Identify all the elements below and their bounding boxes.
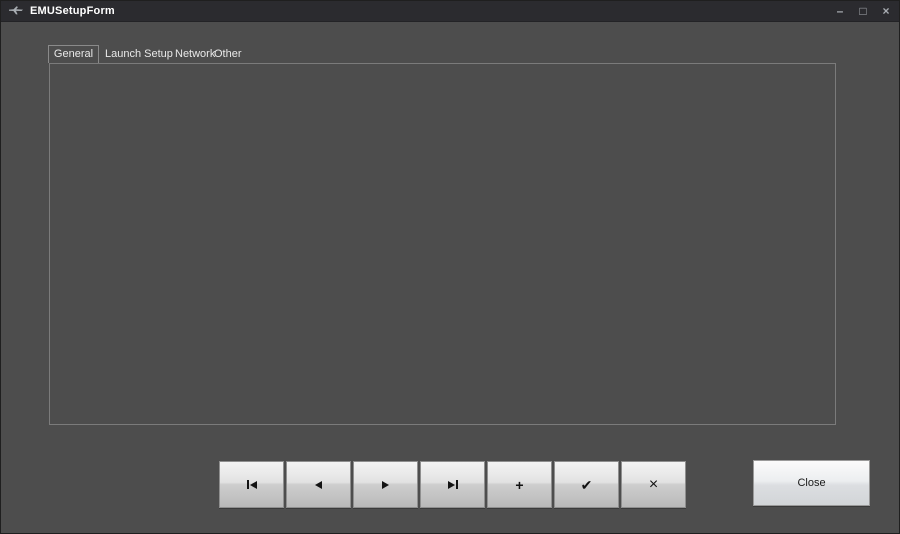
close-button[interactable]: Close: [753, 460, 870, 506]
minimize-icon[interactable]: –: [833, 1, 847, 22]
close-window-icon[interactable]: ×: [879, 1, 893, 22]
delete-record-button[interactable]: ×: [621, 461, 686, 508]
check-commit-icon: ✔: [581, 478, 593, 492]
add-icon: +: [515, 478, 523, 492]
add-record-button[interactable]: +: [487, 461, 552, 508]
move-first-button[interactable]: [219, 461, 284, 508]
last-record-icon: [448, 481, 455, 489]
move-last-button[interactable]: [420, 461, 485, 508]
maximize-icon[interactable]: □: [856, 1, 870, 22]
delete-x-icon: ×: [649, 477, 658, 493]
previous-record-icon: [315, 481, 322, 489]
tab-other[interactable]: Other: [214, 46, 242, 63]
record-navigator: + ✔ ×: [219, 461, 686, 508]
first-record-icon: [247, 480, 249, 489]
tab-launch-setup[interactable]: Launch Setup: [105, 46, 173, 63]
emusetupform-window: EMUSetupForm – □ × General Launch Setup …: [0, 0, 900, 534]
title-bar: EMUSetupForm – □ ×: [1, 1, 899, 22]
window-title: EMUSetupForm: [30, 5, 115, 17]
move-previous-button[interactable]: [286, 461, 351, 508]
general-tab-page: [49, 63, 836, 425]
tab-network[interactable]: Network: [175, 46, 215, 63]
app-icon: [8, 5, 24, 17]
window-controls: – □ ×: [833, 1, 893, 22]
tab-general[interactable]: General: [48, 45, 99, 63]
next-record-icon: [382, 481, 389, 489]
move-next-button[interactable]: [353, 461, 418, 508]
save-record-button[interactable]: ✔: [554, 461, 619, 508]
